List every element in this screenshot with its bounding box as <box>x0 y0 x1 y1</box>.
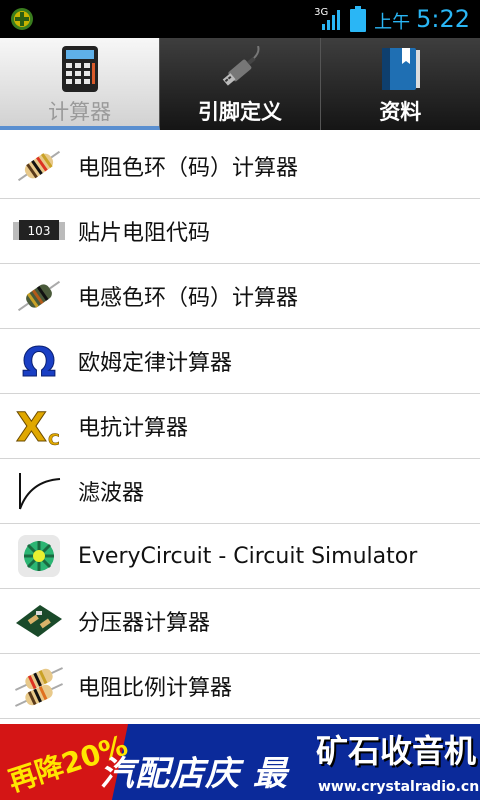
list-item-label: EveryCircuit - Circuit Simulator <box>78 543 418 569</box>
resistor-pair-icon <box>15 667 63 707</box>
reactance-xc-icon: X C <box>16 405 61 450</box>
list-item-label: 电抗计算器 <box>78 416 189 441</box>
list-item-resistor-ratio[interactable]: 电阻比例计算器 <box>0 654 480 719</box>
ad-promo-text: 汽配店庆 最 <box>100 754 288 794</box>
usb-plug-icon <box>222 46 260 86</box>
list-item-label: 欧姆定律计算器 <box>78 351 233 376</box>
list-item-label: 电阻比例计算器 <box>78 676 233 701</box>
signal-icon: 3G <box>314 5 342 33</box>
filter-curve-icon <box>19 473 61 510</box>
list-item-everycircuit[interactable]: EveryCircuit - Circuit Simulator <box>0 524 480 589</box>
tab-resources[interactable]: 资料 <box>320 38 480 130</box>
list-item-label: 电感色环（码）计算器 <box>78 286 299 311</box>
tab-calculator[interactable]: 计算器 <box>0 38 161 130</box>
inductor-icon <box>17 280 61 312</box>
list-item-label: 分压器计算器 <box>78 611 211 636</box>
list-item-filter[interactable]: 滤波器 <box>0 459 480 524</box>
status-bar: 3G 上午 5:22 <box>0 0 480 38</box>
tab-label: 引脚定义 <box>197 100 282 124</box>
tab-label: 计算器 <box>48 100 112 124</box>
status-indicators: 3G 上午 5:22 <box>314 0 470 38</box>
list-item-smd-resistor-code[interactable]: 103 贴片电阻代码 <box>0 199 480 264</box>
tab-bar: 计算器 引脚定义 资料 <box>0 38 480 130</box>
list-item-label: 电阻色环（码）计算器 <box>78 156 299 181</box>
clock-time: 5:22 <box>416 5 470 33</box>
ad-site-title: 矿石收音机 <box>316 732 477 770</box>
list-item-resistor-color-code[interactable]: 电阻色环（码）计算器 <box>0 134 480 199</box>
list-item-ohms-law[interactable]: Ω 欧姆定律计算器 <box>0 329 480 394</box>
tool-list: 电阻色环（码）计算器 103 贴片电阻代码 电感色环（码）计算器 Ω 欧姆定律计… <box>0 134 480 719</box>
app-notification-icon <box>11 8 33 30</box>
svg-text:C: C <box>48 430 60 449</box>
svg-text:Ω: Ω <box>22 340 56 384</box>
list-item-voltage-divider[interactable]: 分压器计算器 <box>0 589 480 654</box>
smd-resistor-103-icon: 103 <box>13 220 65 240</box>
clock-ampm: 上午 <box>374 12 411 33</box>
ad-site-url: www.crystalradio.cn <box>318 779 480 795</box>
everycircuit-icon <box>18 535 60 577</box>
circuit-board-icon <box>16 605 62 637</box>
list-item-label: 滤波器 <box>78 481 145 506</box>
list-item-label: 贴片电阻代码 <box>78 221 211 246</box>
tab-label: 资料 <box>379 100 422 124</box>
calculator-icon <box>61 46 98 92</box>
battery-icon <box>350 6 367 32</box>
book-icon <box>382 48 421 90</box>
ad-banner[interactable]: 再降20% 汽配店庆 最 矿石收音机 www.crystalradio.cn <box>0 724 480 800</box>
list-item-reactance[interactable]: X C 电抗计算器 <box>0 394 480 459</box>
tab-pinout[interactable]: 引脚定义 <box>160 38 321 130</box>
list-item-inductor-color-code[interactable]: 电感色环（码）计算器 <box>0 264 480 329</box>
svg-text:X: X <box>16 405 47 449</box>
resistor-icon <box>17 150 61 182</box>
ohm-symbol-icon: Ω <box>21 340 56 385</box>
smd-code-text: 103 <box>28 224 51 238</box>
